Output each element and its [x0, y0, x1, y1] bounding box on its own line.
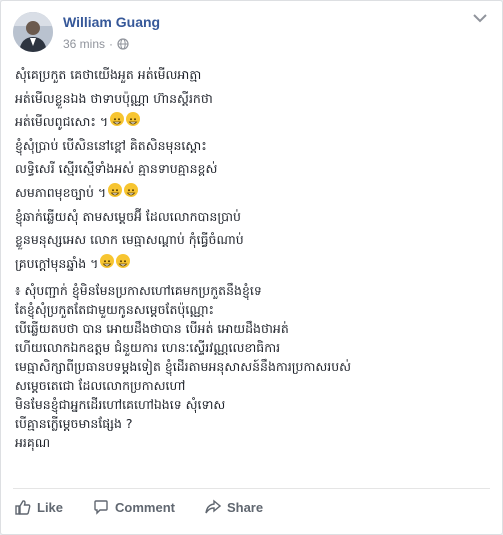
post-card: William Guang 36 mins · សុំគេប្រកួត គេថា…	[0, 0, 503, 535]
post-line-text: មេធ្មាសិក្សាពីប្រធានបទម្ដងទៀត ខ្ញុំដើរតា…	[15, 359, 352, 375]
post-line-text: សម្ដេចតេជោ ដែលលោកប្រកាសហៅ	[15, 378, 186, 394]
share-button[interactable]: Share	[205, 496, 263, 518]
like-label: Like	[37, 499, 64, 515]
grinning-face-emoji-icon	[100, 253, 115, 268]
post-line-text: ខ្ញុំសុំប្រាប់ បើសិននៅខ្ពៅ គិតសិនមុនស្ដោ…	[15, 137, 207, 153]
meta-separator: ·	[109, 37, 114, 51]
grinning-face-emoji-icon	[124, 182, 139, 197]
post-line: បើគ្មានក្លើម្ដេចមានផ្សែង ?	[15, 414, 493, 433]
post-line: លទ្ធិសេរី ស្មើរស្មើទាំងអស់ គ្មានទាបគ្មាន…	[15, 157, 493, 181]
comment-label: Comment	[115, 499, 175, 515]
post-line: ហើយលោកឯកឧត្ដម ជំនួយការ ហេនៈស្ទើរវណ្ណលេខា…	[15, 338, 493, 357]
post-line: អត់មើលខ្លួនឯង ថាទាបប៉ុណ្ណា ហ៊ានស្ដីរកថា	[15, 87, 493, 111]
divider	[13, 488, 490, 489]
post-line: ៖ សុំបញ្ជាក់ ខ្ញុំមិនមែនប្រកាសហៅគេមកប្រក…	[15, 281, 493, 300]
post-line-text: មិនមែនខ្ញុំជាអ្នកដើរហៅគេហៅឯងទេ សុំទោស	[15, 397, 226, 413]
post-line-text: សុំគេប្រកួត គេថាយើងអួត អត់មើលអាត្មា	[15, 67, 202, 82]
post-line-text: សមភាពមុខច្បាប់ ។	[15, 184, 107, 200]
post-actions: Like Comment Share	[15, 496, 263, 518]
post-line-text: បើឆ្លើយតបថា បាន អោយដឹងថាបាន បើអត់ អោយដឹង…	[15, 321, 289, 337]
post-line-text: អរគុណ	[15, 435, 51, 451]
post-line: បើឆ្លើយតបថា បាន អោយដឹងថាបាន បើអត់ អោយដឹង…	[15, 319, 493, 338]
grinning-face-emoji-icon	[116, 253, 131, 268]
profile-photo	[13, 12, 53, 52]
post-line-text: តែខ្ញុំសុំប្រកួតតែជាមួយកូនសម្ដេចតែប៉ុណ្ណ…	[15, 302, 215, 318]
post-line: អរគុណ	[15, 433, 493, 452]
post-line: មេធ្មាសិក្សាពីប្រធានបទម្ដងទៀត ខ្ញុំដើរតា…	[15, 357, 493, 376]
post-line: សមភាពមុខច្បាប់ ។	[15, 181, 493, 205]
post-timestamp[interactable]: 36 mins	[63, 37, 105, 51]
share-label: Share	[226, 499, 264, 515]
author-name[interactable]: William Guang	[63, 14, 160, 30]
post-line: គ្របក្ដៅមុនឆ្នាំង ។	[15, 252, 493, 276]
chevron-down-icon[interactable]	[472, 13, 488, 23]
post-line: តែខ្ញុំសុំប្រកួតតែជាមួយកូនសម្ដេចតែប៉ុណ្ណ…	[15, 300, 493, 319]
post-line: អត់មើលពូជសោះ ។	[15, 110, 493, 134]
post-line: សម្ដេចតេជោ ដែលលោកប្រកាសហៅ	[15, 376, 493, 395]
avatar[interactable]	[13, 12, 53, 52]
post-line-text: ៖ សុំបញ្ជាក់ ខ្ញុំមិនមែនប្រកាសហៅគេមកប្រក…	[15, 283, 262, 299]
post-line-text: ខ្ញុំឆាក់ឆ្លើយសុំ តាមសម្ដេចអ៊ី ដែលលោកបាន…	[15, 208, 241, 224]
post-line: សុំគេប្រកួត គេថាយើងអួត អត់មើលអាត្មា	[15, 63, 493, 87]
post-line-text: ហើយលោកឯកឧត្ដម ជំនួយការ ហេនៈស្ទើរវណ្ណលេខា…	[15, 340, 281, 356]
post-line-text: បើគ្មានក្លើម្ដេចមានផ្សែង ?	[15, 416, 133, 432]
comment-icon	[94, 500, 108, 515]
post-meta: 36 mins ·	[63, 37, 129, 51]
post-line-text: អត់មើលពូជសោះ ។	[15, 114, 109, 130]
thumbs-up-icon	[15, 500, 31, 515]
post-line-text: លទ្ធិសេរី ស្មើរស្មើទាំងអស់ គ្មានទាបគ្មាន…	[15, 161, 218, 177]
post-text: សុំគេប្រកួត គេថាយើងអួត អត់មើលអាត្មាអត់មើ…	[15, 63, 493, 452]
grinning-face-emoji-icon	[110, 112, 125, 127]
comment-button[interactable]: Comment	[93, 496, 175, 518]
post-line: ខ្ញុំសុំប្រាប់ បើសិននៅខ្ពៅ គិតសិនមុនស្ដោ…	[15, 134, 493, 158]
post-line-text: គ្របក្ដៅមុនឆ្នាំង ។	[15, 255, 99, 271]
share-icon	[205, 499, 221, 514]
post-line-text: អត់មើលខ្លួនឯង ថាទាបប៉ុណ្ណា ហ៊ានស្ដីរកថា	[15, 90, 213, 106]
post-line: ខ្លួនមនុស្សអេស លោក មេធ្មាសណ្ដាប់ កុំធ្វើ…	[15, 228, 493, 252]
grinning-face-emoji-icon	[126, 112, 141, 127]
post-line: មិនមែនខ្ញុំជាអ្នកដើរហៅគេហៅឯងទេ សុំទោស	[15, 395, 493, 414]
globe-icon[interactable]	[117, 38, 129, 50]
post-line: ខ្ញុំឆាក់ឆ្លើយសុំ តាមសម្ដេចអ៊ី ដែលលោកបាន…	[15, 205, 493, 229]
like-button[interactable]: Like	[15, 496, 63, 518]
grinning-face-emoji-icon	[108, 182, 123, 197]
post-line-text: ខ្លួនមនុស្សអេស លោក មេធ្មាសណ្ដាប់ កុំធ្វើ…	[15, 232, 244, 248]
